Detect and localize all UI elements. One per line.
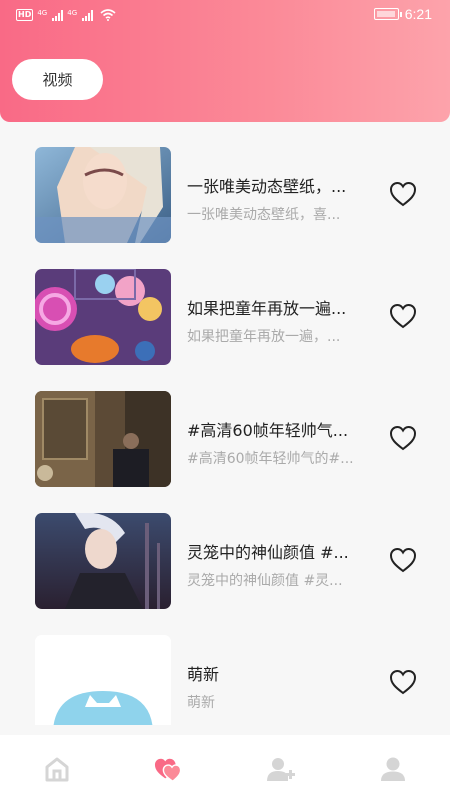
tab-profile[interactable]	[378, 755, 408, 783]
status-icons-left: HD 4G 4G	[16, 9, 116, 21]
list-item[interactable]: 灵笼中的神仙颜值 #... 灵笼中的神仙颜值 #灵...	[35, 513, 425, 610]
video-title[interactable]: 一张唯美动态壁纸，...	[187, 173, 382, 197]
list-item[interactable]: 一张唯美动态壁纸，... 一张唯美动态壁纸，喜...	[35, 147, 425, 244]
video-subtitle: 一张唯美动态壁纸，喜...	[187, 207, 341, 223]
list-item[interactable]: 如果把童年再放一遍... 如果把童年再放一遍，...	[35, 269, 425, 366]
battery-icon	[373, 8, 402, 20]
header: HD 4G 4G 6:21 视频	[0, 0, 450, 122]
user-icon	[381, 757, 405, 781]
heart-icon	[154, 758, 182, 783]
tab-favorites[interactable]	[154, 755, 184, 783]
video-title[interactable]: 如果把童年再放一遍...	[187, 295, 382, 319]
tab-video[interactable]: 视频	[12, 59, 103, 100]
video-thumbnail[interactable]	[35, 147, 171, 243]
list-item[interactable]: 萌新 萌新	[35, 635, 425, 725]
signal-icon-2	[82, 9, 94, 21]
heart-outline-icon[interactable]	[389, 303, 417, 329]
video-list: 一张唯美动态壁纸，... 一张唯美动态壁纸，喜... 如果把童年再放一遍... …	[0, 122, 450, 725]
video-subtitle: 灵笼中的神仙颜值 #灵...	[187, 573, 343, 589]
video-title[interactable]: #高清60帧年轻帅气...	[187, 417, 382, 441]
tab-social[interactable]	[266, 755, 296, 783]
status-bar: HD 4G 4G 6:21	[0, 0, 450, 32]
video-thumbnail[interactable]	[35, 269, 171, 365]
video-thumbnail[interactable]	[35, 391, 171, 487]
network-label-1: 4G	[37, 9, 48, 17]
status-time: 6:21	[404, 6, 432, 22]
wifi-icon	[100, 9, 116, 21]
video-subtitle: 如果把童年再放一遍，...	[187, 329, 341, 345]
network-label-2: 4G	[67, 9, 78, 17]
hd-icon: HD	[16, 9, 34, 21]
video-subtitle: #高清60帧年轻帅气的#...	[187, 451, 354, 467]
tab-home[interactable]	[42, 755, 72, 783]
heart-outline-icon[interactable]	[389, 547, 417, 573]
signal-icon-1	[52, 9, 64, 21]
video-thumbnail[interactable]	[35, 513, 171, 609]
list-item[interactable]: #高清60帧年轻帅气... #高清60帧年轻帅气的#...	[35, 391, 425, 488]
home-icon	[45, 757, 69, 782]
user-add-icon	[267, 758, 295, 781]
video-subtitle: 萌新	[187, 695, 215, 711]
video-title[interactable]: 灵笼中的神仙颜值 #...	[187, 539, 382, 563]
heart-outline-icon[interactable]	[389, 181, 417, 207]
heart-outline-icon[interactable]	[389, 425, 417, 451]
video-thumbnail[interactable]	[35, 635, 171, 725]
status-icons-right: 6:21	[373, 6, 432, 22]
video-title[interactable]: 萌新	[187, 661, 382, 685]
heart-outline-icon[interactable]	[389, 669, 417, 695]
bottom-tab-bar	[0, 735, 450, 800]
